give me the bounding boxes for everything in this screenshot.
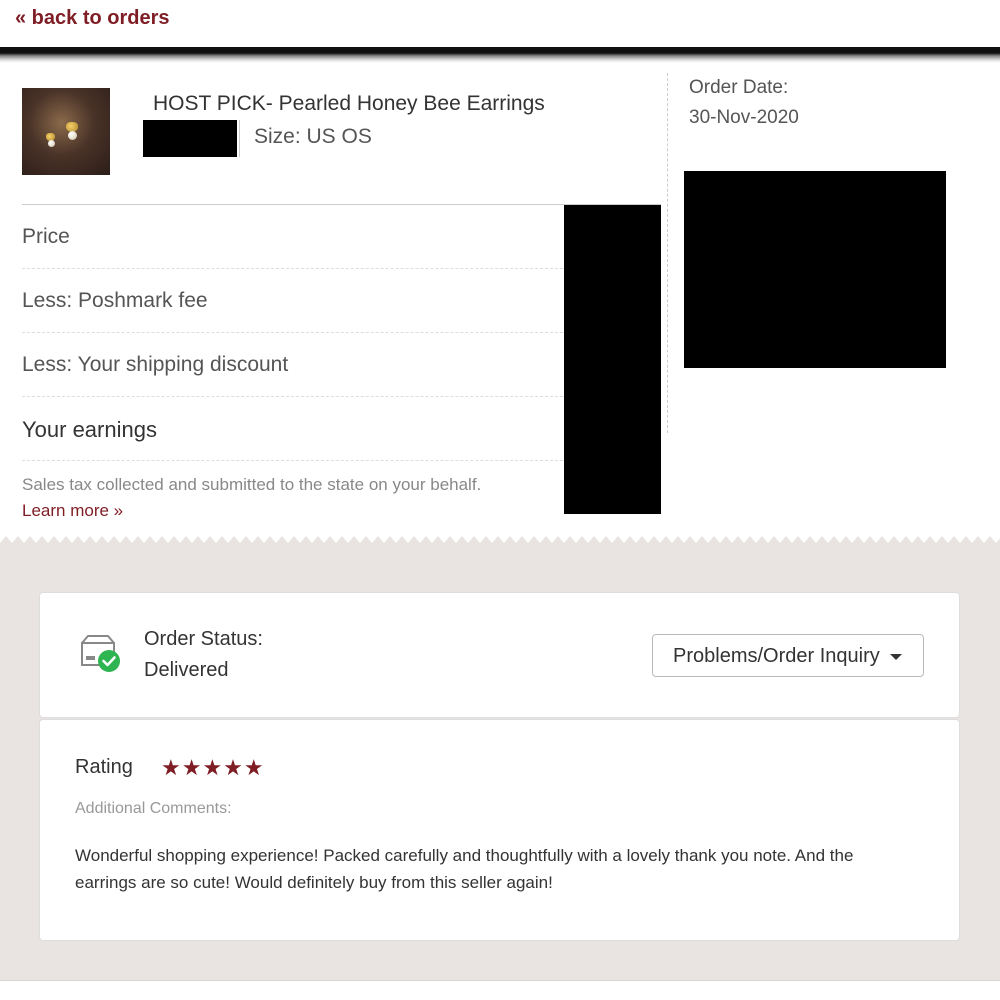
redacted-block xyxy=(143,120,237,157)
order-status-card: Order Status: Delivered Problems/Order I… xyxy=(39,592,960,718)
order-inquiry-label: Problems/Order Inquiry xyxy=(673,645,880,667)
ledger-label: Price xyxy=(22,225,70,248)
ledger-label: Less: Poshmark fee xyxy=(22,289,208,312)
pearl-shape xyxy=(68,131,77,140)
star-rating: ★★★★★ xyxy=(161,755,265,780)
size-divider xyxy=(239,120,240,157)
redacted-block xyxy=(564,205,661,514)
ledger-row-shipping-discount: Less: Your shipping discount xyxy=(22,333,563,397)
order-status-label: Order Status: xyxy=(144,628,263,650)
ledger-label: Less: Your shipping discount xyxy=(22,353,289,376)
top-bar: « back to orders xyxy=(0,0,1000,47)
redacted-block xyxy=(684,171,946,368)
order-status-value: Delivered xyxy=(144,659,229,681)
ledger-row-poshmark-fee: Less: Poshmark fee xyxy=(22,269,563,333)
order-inquiry-dropdown[interactable]: Problems/Order Inquiry xyxy=(652,634,924,677)
caret-down-icon xyxy=(890,654,902,660)
order-date-label: Order Date: xyxy=(689,77,789,98)
ledger-label: Your earnings xyxy=(22,417,157,442)
review-comment: Wonderful shopping experience! Packed ca… xyxy=(75,846,854,892)
footer-strip xyxy=(0,980,1000,1000)
back-to-orders-link[interactable]: « back to orders xyxy=(15,7,170,30)
column-divider xyxy=(667,73,668,433)
header-divider xyxy=(0,47,1000,63)
learn-more-link[interactable]: Learn more » xyxy=(22,501,123,521)
earrings-thumbnail[interactable] xyxy=(22,88,110,175)
order-date-value: 30-Nov-2020 xyxy=(689,107,799,128)
delivered-box-icon xyxy=(81,635,120,672)
item-size: Size: US OS xyxy=(254,125,372,148)
pearl-shape xyxy=(48,140,55,147)
item-title[interactable]: HOST PICK- Pearled Honey Bee Earrings xyxy=(153,92,545,116)
zigzag-edge xyxy=(0,536,1000,550)
ledger-row-earnings: Your earnings xyxy=(22,397,563,461)
rating-label: Rating xyxy=(75,756,133,778)
rating-card: Rating ★★★★★ Additional Comments: Wonder… xyxy=(39,719,960,941)
ledger-row-price: Price xyxy=(22,205,563,269)
additional-comments-label: Additional Comments: xyxy=(75,800,232,817)
sales-tax-note: Sales tax collected and submitted to the… xyxy=(22,475,482,494)
earnings-ledger: Price Less: Poshmark fee Less: Your ship… xyxy=(22,204,661,461)
order-details-panel: HOST PICK- Pearled Honey Bee Earrings Si… xyxy=(0,63,1000,543)
